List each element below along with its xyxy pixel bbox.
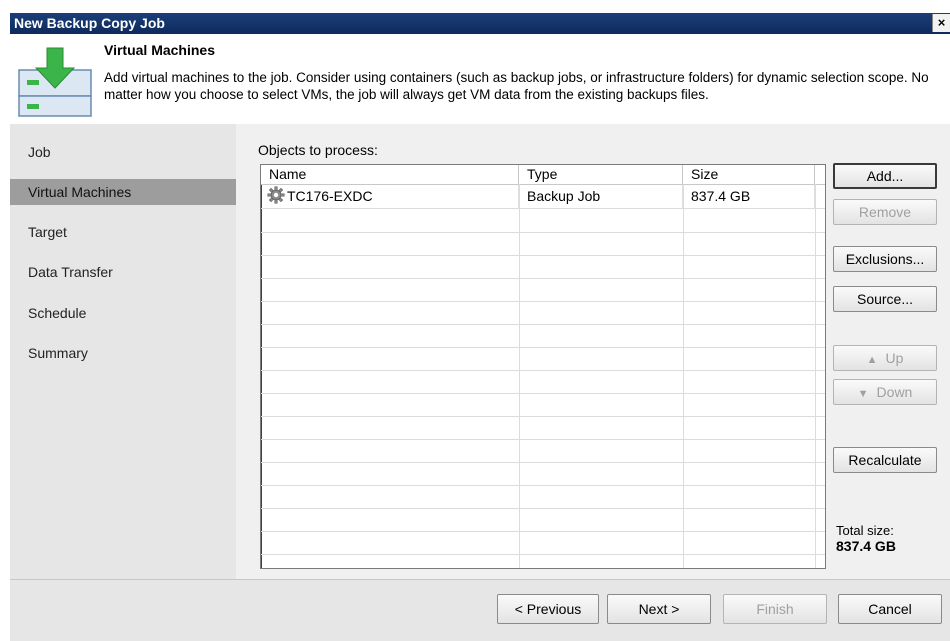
row-type: Backup Job: [519, 185, 683, 208]
empty-row: [261, 324, 825, 348]
empty-row: [261, 416, 825, 440]
wizard-body: Job Virtual Machines Target Data Transfe…: [10, 124, 950, 579]
remove-button[interactable]: Remove: [833, 199, 937, 225]
empty-row: [261, 370, 825, 394]
close-icon[interactable]: ×: [932, 14, 950, 32]
empty-row: [261, 439, 825, 463]
empty-row: [261, 232, 825, 256]
up-button[interactable]: ▲ Up: [833, 345, 937, 371]
window-title: New Backup Copy Job: [14, 15, 165, 31]
nav-item-target[interactable]: Target: [10, 219, 236, 245]
column-header-type[interactable]: Type: [519, 165, 683, 184]
empty-row: [261, 301, 825, 325]
gear-icon: [267, 186, 285, 211]
empty-row: [261, 278, 825, 302]
arrow-down-icon: ▼: [857, 388, 869, 400]
page-title: Virtual Machines: [104, 42, 216, 58]
empty-row: [261, 531, 825, 555]
wizard-nav: Job Virtual Machines Target Data Transfe…: [10, 124, 237, 579]
row-size: 837.4 GB: [683, 185, 815, 208]
vm-download-icon: [18, 44, 92, 121]
total-size-label: Total size:: [836, 523, 894, 538]
column-header-name[interactable]: Name: [261, 165, 519, 184]
table-cell-name: TC176-EXDC: [261, 185, 519, 208]
empty-row: [261, 393, 825, 417]
add-button[interactable]: Add...: [833, 163, 937, 189]
wizard-header: Virtual Machines Add virtual machines to…: [10, 34, 950, 124]
up-label: Up: [885, 350, 904, 366]
nav-item-schedule[interactable]: Schedule: [10, 300, 236, 326]
next-button[interactable]: Next >: [607, 594, 711, 624]
nav-item-virtual-machines[interactable]: Virtual Machines: [10, 179, 236, 205]
down-label: Down: [876, 384, 913, 400]
previous-button[interactable]: < Previous: [497, 594, 599, 624]
arrow-up-icon: ▲: [866, 354, 878, 366]
nav-item-job[interactable]: Job: [10, 139, 236, 165]
empty-row: [261, 462, 825, 486]
nav-item-summary[interactable]: Summary: [10, 340, 236, 366]
empty-row: [261, 209, 825, 233]
row-name: TC176-EXDC: [287, 188, 373, 204]
window-titlebar: New Backup Copy Job ×: [10, 13, 950, 34]
finish-button[interactable]: Finish: [723, 594, 827, 624]
table-row[interactable]: TC176-EXDC Backup Job 837.4 GB: [261, 185, 825, 209]
objects-label: Objects to process:: [258, 142, 378, 158]
down-button[interactable]: ▼ Down: [833, 379, 937, 405]
empty-row: [261, 485, 825, 509]
table-header: Name Type Size: [261, 165, 825, 185]
empty-row: [261, 508, 825, 532]
cancel-button[interactable]: Cancel: [838, 594, 942, 624]
empty-row: [261, 255, 825, 279]
page-description: Add virtual machines to the job. Conside…: [104, 70, 929, 102]
objects-table[interactable]: Name Type Size TC176-EXDC Backup Job 837…: [260, 164, 826, 569]
column-header-size[interactable]: Size: [683, 165, 815, 184]
total-size-value: 837.4 GB: [836, 538, 896, 554]
source-button[interactable]: Source...: [833, 286, 937, 312]
nav-item-data-transfer[interactable]: Data Transfer: [10, 259, 236, 285]
recalculate-button[interactable]: Recalculate: [833, 447, 937, 473]
wizard-footer: < Previous Next > Finish Cancel: [10, 579, 950, 641]
content-panel: Objects to process: Name Type Size TC176…: [236, 124, 950, 579]
empty-row: [261, 347, 825, 371]
exclusions-button[interactable]: Exclusions...: [833, 246, 937, 272]
